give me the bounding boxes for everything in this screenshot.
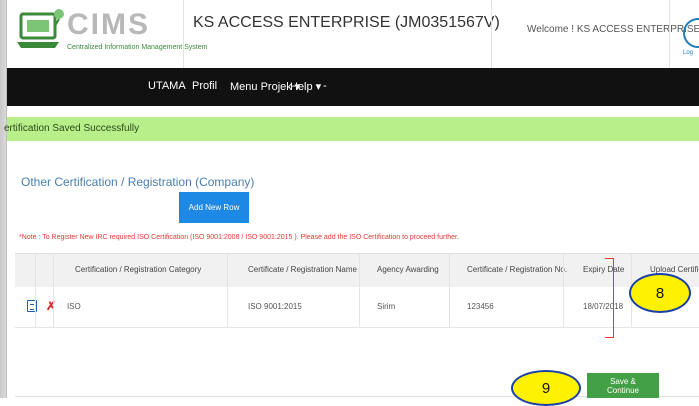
- column-header-category: Certification / Registration Category: [75, 265, 202, 274]
- column-divider: [53, 253, 54, 327]
- table-row: ✗ ISO ISO 9001:2015 Sirim 123456 18/07/2…: [15, 287, 699, 328]
- add-new-row-button[interactable]: Add New Row: [179, 192, 249, 223]
- section-title: Other Certification / Registration (Comp…: [21, 175, 255, 189]
- cell-number: 123456: [467, 302, 494, 311]
- delete-icon[interactable]: ✗: [46, 299, 56, 313]
- annotation-bracket: [605, 258, 614, 338]
- logo-subtitle: Centralized Information Management Syste…: [67, 44, 208, 51]
- column-divider: [35, 253, 36, 327]
- table-header: Certification / Registration Category Ce…: [15, 253, 699, 288]
- iso-note: *Note : To Register New IRC required ISO…: [19, 234, 459, 241]
- header-divider: [183, 0, 184, 68]
- cell-category: ISO: [67, 302, 81, 311]
- header: CIMS Centralized Information Management …: [7, 0, 699, 69]
- callout-9: 9: [511, 370, 581, 406]
- logout-icon[interactable]: [683, 18, 699, 48]
- callout-8: 8: [629, 273, 691, 313]
- column-divider: [359, 253, 360, 327]
- column-divider: [563, 253, 564, 327]
- success-alert: ertification Saved Successfully: [4, 117, 699, 141]
- column-divider: [449, 253, 450, 327]
- logo-title: CIMS: [67, 8, 150, 41]
- column-header-agency: Agency Awarding: [377, 265, 439, 274]
- cell-expiry: 18/07/2018: [583, 302, 624, 311]
- main-nav: UTAMA Profil Menu Projek ▾ Help ▾ -: [7, 68, 699, 106]
- logout-label[interactable]: Log: [683, 50, 693, 56]
- cell-name: ISO 9001:2015: [248, 302, 302, 311]
- nav-item-profil[interactable]: Profil: [192, 80, 217, 92]
- cell-agency: Sirim: [377, 302, 396, 311]
- page: CIMS Centralized Information Management …: [4, 0, 699, 406]
- header-divider: [491, 0, 492, 68]
- header-divider: [669, 0, 670, 68]
- alert-text: ertification Saved Successfully: [4, 123, 140, 134]
- nav-item-utama[interactable]: UTAMA: [148, 80, 186, 92]
- nav-item-separator: -: [323, 80, 327, 92]
- column-header-expiry: Expiry Date: [583, 265, 625, 274]
- save-and-continue-button[interactable]: Save & Continue: [587, 373, 659, 398]
- company-name: KS ACCESS ENTERPRISE (JM0351567V): [193, 14, 500, 31]
- logo-icon: [15, 6, 67, 56]
- column-header-number: Certificate / Registration No.: [467, 265, 568, 274]
- user-menu[interactable]: Welcome ! KS ACCESS ENTERPRISE ▾: [527, 24, 699, 35]
- column-header-name: Certificate / Registration Name: [248, 265, 357, 274]
- column-divider: [227, 253, 228, 327]
- nav-item-help[interactable]: Help ▾: [290, 80, 321, 93]
